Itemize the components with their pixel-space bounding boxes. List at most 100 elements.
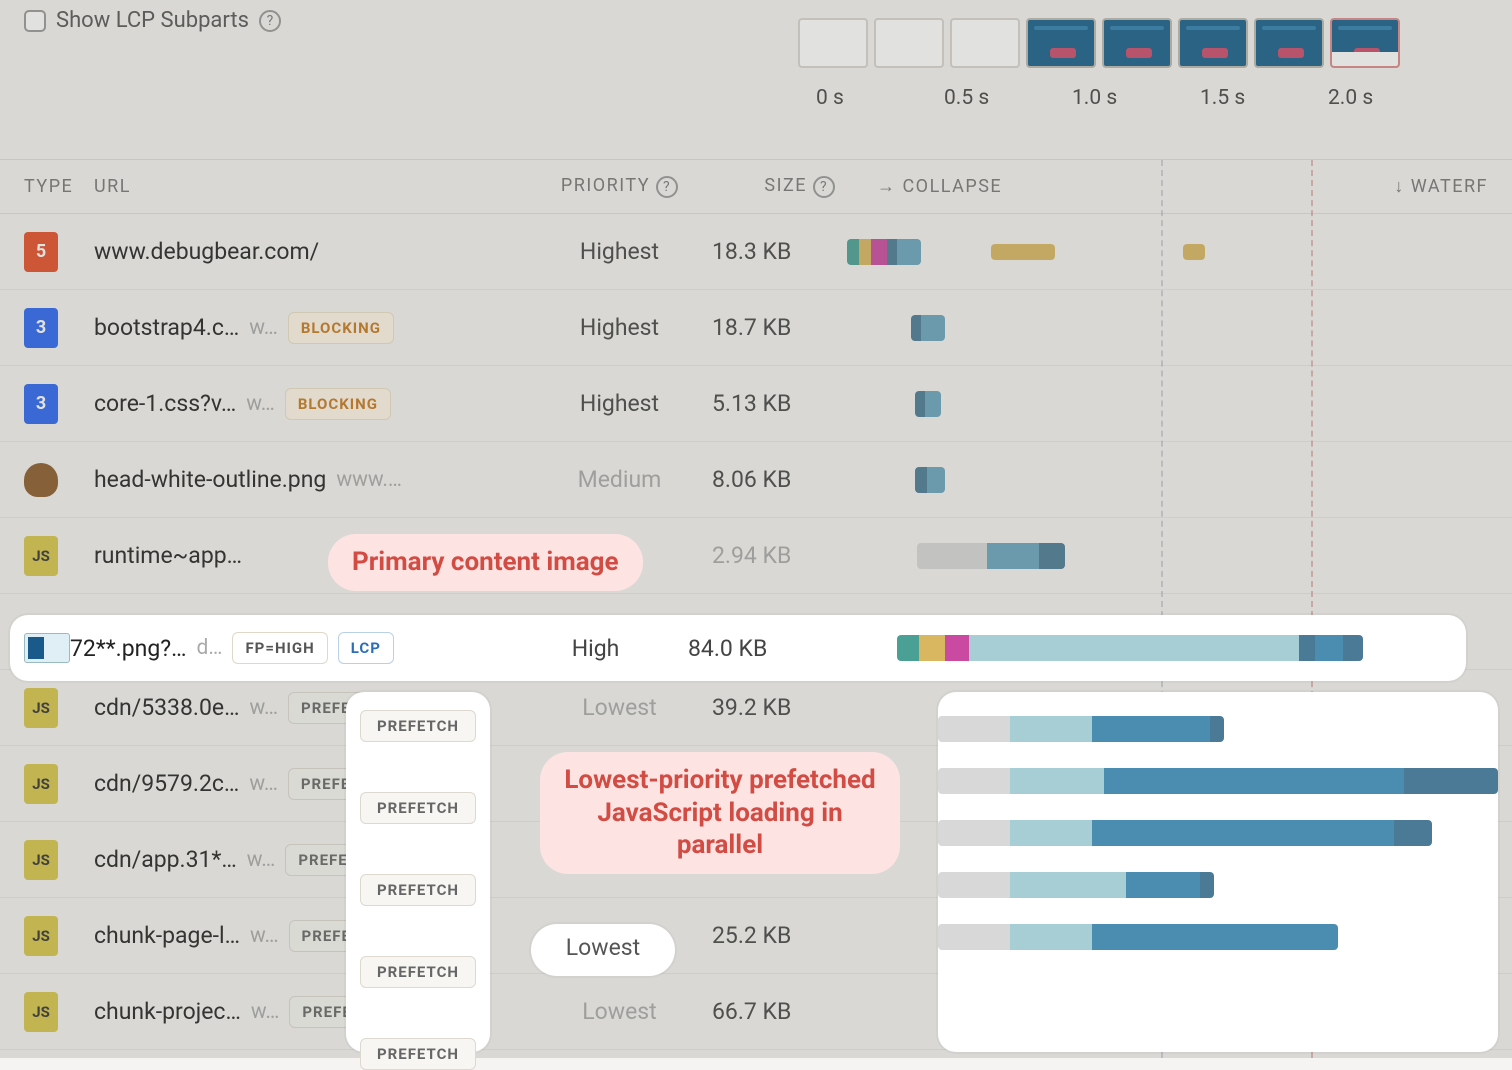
prefetch-badge: PREFETCH bbox=[360, 874, 476, 906]
filmstrip-frame bbox=[1254, 18, 1324, 68]
css-icon bbox=[24, 308, 58, 348]
request-domain: w… bbox=[249, 316, 278, 340]
size-value: 18.7 KB bbox=[712, 314, 847, 341]
size-value: 25.2 KB bbox=[712, 922, 847, 949]
table-row[interactable]: head-white-outline.png www.… Medium8.06 KB bbox=[0, 442, 1512, 518]
request-url[interactable]: chunk-projec… bbox=[94, 998, 241, 1025]
filmstrip-frame bbox=[1330, 18, 1400, 68]
header-type[interactable]: TYPE bbox=[24, 176, 94, 197]
annotation-primary-image: Primary content image bbox=[328, 534, 643, 591]
request-domain: w… bbox=[249, 696, 278, 720]
prefetch-badge: PREFETCH bbox=[360, 1038, 476, 1070]
priority-value: Highest bbox=[527, 314, 712, 341]
request-url[interactable]: core-1.css?v… bbox=[94, 390, 236, 417]
priority-value: Highest bbox=[527, 390, 712, 417]
filmstrip-frame bbox=[1026, 18, 1096, 68]
request-domain: w… bbox=[247, 848, 276, 872]
request-domain: w… bbox=[250, 924, 279, 948]
fp-high-badge: FP=HIGH bbox=[232, 632, 327, 664]
waterfall-cell bbox=[847, 214, 1488, 289]
priority-value: High bbox=[503, 635, 688, 662]
request-url[interactable]: head-white-outline.png bbox=[94, 466, 326, 493]
help-icon[interactable]: ? bbox=[259, 10, 281, 32]
blocking-badge: BLOCKING bbox=[288, 312, 394, 344]
waterfall-cell bbox=[847, 442, 1488, 517]
tick: 2.0 s bbox=[1328, 86, 1456, 110]
img-icon bbox=[24, 463, 58, 497]
waterfall-bar bbox=[938, 716, 1224, 742]
priority-value: Highest bbox=[527, 238, 712, 265]
table-row[interactable]: bootstrap4.c… w… BLOCKING Highest18.7 KB bbox=[0, 290, 1512, 366]
waterfall-bar bbox=[938, 872, 1214, 898]
filmstrip-frame bbox=[1102, 18, 1172, 68]
waterfall-bar bbox=[938, 924, 1338, 950]
checkbox-icon[interactable] bbox=[24, 10, 46, 32]
request-url[interactable]: 72**.png?… bbox=[70, 635, 187, 662]
request-url[interactable]: runtime~app… bbox=[94, 542, 242, 569]
js-icon bbox=[24, 536, 58, 576]
table-row[interactable]: core-1.css?v…w…BLOCKINGHighest5.13 KB bbox=[0, 366, 1512, 442]
request-url[interactable]: cdn/app.31*… bbox=[94, 846, 237, 873]
waterfall-bar bbox=[938, 768, 1498, 794]
request-url[interactable]: www.debugbear.com/ bbox=[94, 238, 319, 265]
lcp-badge: LCP bbox=[338, 632, 394, 664]
tick: 0.5 s bbox=[944, 86, 1072, 110]
size-value: 84.0 KB bbox=[688, 635, 823, 662]
waterfall-bar bbox=[823, 615, 1452, 681]
html-icon bbox=[24, 232, 58, 272]
priority-value: Lowest bbox=[527, 694, 712, 721]
js-icon bbox=[24, 764, 58, 804]
table-row[interactable]: runtime~app… 2.94 KB bbox=[0, 518, 1512, 594]
waterfall-cell bbox=[847, 290, 1488, 365]
annotation-prefetch: Lowest-priority prefetched JavaScript lo… bbox=[540, 752, 900, 874]
request-url[interactable]: bootstrap4.c… bbox=[94, 314, 239, 341]
help-icon[interactable]: ? bbox=[656, 176, 678, 198]
header-priority[interactable]: PRIORITY ? bbox=[527, 175, 712, 198]
size-value: 18.3 KB bbox=[712, 238, 847, 265]
js-icon bbox=[24, 992, 58, 1032]
collapse-button[interactable]: → COLLAPSE bbox=[877, 176, 1002, 197]
request-domain: w… bbox=[251, 1000, 280, 1024]
filmstrip-frame bbox=[950, 18, 1020, 68]
checkbox-label: Show LCP Subparts bbox=[56, 8, 249, 33]
size-value: 66.7 KB bbox=[712, 998, 847, 1025]
header-url[interactable]: URL bbox=[94, 176, 527, 197]
timeline-ticks: 0 s 0.5 s 1.0 s 1.5 s 2.0 s bbox=[798, 86, 1488, 110]
filmstrip-frame bbox=[1178, 18, 1248, 68]
size-value: 5.13 KB bbox=[712, 390, 847, 417]
js-icon bbox=[24, 688, 58, 728]
header-waterfall[interactable]: ↓ WATERF bbox=[1394, 176, 1488, 197]
filmstrip-frame bbox=[874, 18, 944, 68]
css-icon bbox=[24, 384, 58, 424]
request-domain: w… bbox=[246, 392, 275, 416]
waterfall-bar bbox=[938, 820, 1432, 846]
prefetch-badge: PREFETCH bbox=[360, 956, 476, 988]
request-url[interactable]: cdn/9579.2c… bbox=[94, 770, 239, 797]
js-icon bbox=[24, 840, 58, 880]
request-url[interactable]: cdn/5338.0e… bbox=[94, 694, 239, 721]
priority-value: Lowest bbox=[527, 998, 712, 1025]
size-value: 8.06 KB bbox=[712, 466, 847, 493]
priority-value-highlighted: Lowest bbox=[531, 934, 675, 961]
request-domain: www.… bbox=[336, 468, 402, 492]
priority-value: Medium bbox=[527, 466, 712, 493]
header-size[interactable]: SIZE ? bbox=[712, 175, 847, 198]
request-url[interactable]: chunk-page-l… bbox=[94, 922, 240, 949]
prefetch-badge: PREFETCH bbox=[360, 710, 476, 742]
prefetch-badge: PREFETCH bbox=[360, 792, 476, 824]
size-value: 39.2 KB bbox=[712, 694, 847, 721]
js-icon bbox=[24, 916, 58, 956]
filmstrip bbox=[798, 18, 1488, 68]
show-lcp-subparts-checkbox[interactable]: Show LCP Subparts ? bbox=[24, 8, 281, 33]
tick: 1.5 s bbox=[1200, 86, 1328, 110]
tick: 0 s bbox=[816, 86, 944, 110]
waterfall-cell bbox=[847, 518, 1488, 593]
size-value: 2.94 KB bbox=[712, 542, 847, 569]
request-domain: d… bbox=[197, 636, 223, 660]
table-header: TYPE URL PRIORITY ? SIZE ? → COLLAPSE ↓ … bbox=[0, 160, 1512, 214]
request-domain: w… bbox=[249, 772, 278, 796]
image-icon bbox=[24, 633, 70, 663]
waterfall-cell bbox=[847, 366, 1488, 441]
table-row[interactable]: www.debugbear.com/Highest18.3 KB bbox=[0, 214, 1512, 290]
help-icon[interactable]: ? bbox=[813, 176, 835, 198]
